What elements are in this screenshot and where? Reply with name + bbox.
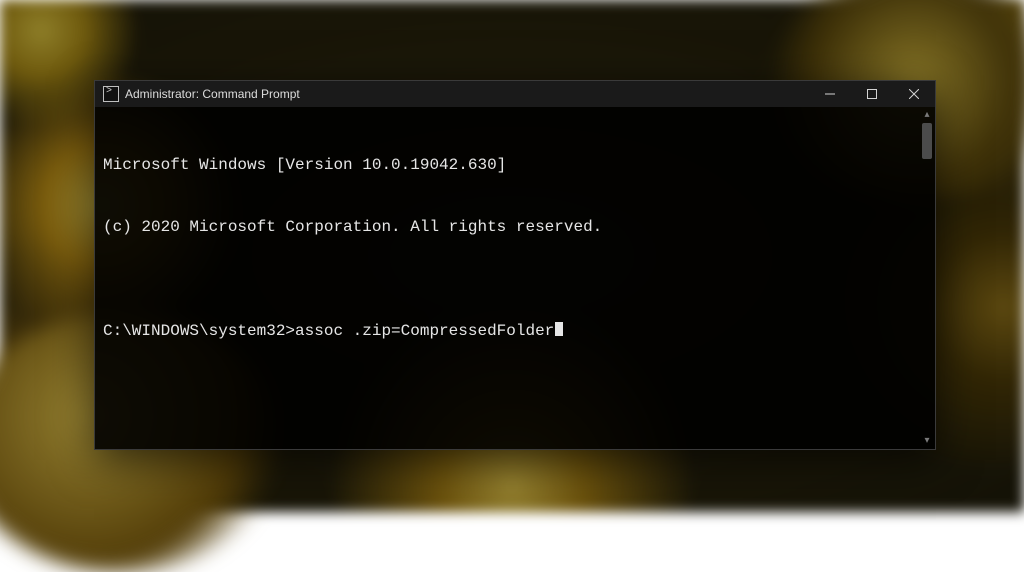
prompt-prefix: C:\WINDOWS\system32>: [103, 322, 295, 340]
maximize-icon: [867, 89, 877, 99]
titlebar[interactable]: Administrator: Command Prompt: [95, 81, 935, 107]
maximize-button[interactable]: [851, 81, 893, 107]
close-icon: [909, 89, 919, 99]
minimize-icon: [825, 89, 835, 99]
banner-line-2: (c) 2020 Microsoft Corporation. All righ…: [103, 217, 925, 238]
cmd-icon: [103, 86, 119, 102]
cmd-window: Administrator: Command Prompt Microsoft …: [94, 80, 936, 450]
terminal-area[interactable]: Microsoft Windows [Version 10.0.19042.63…: [95, 107, 935, 449]
prompt-line: C:\WINDOWS\system32>assoc .zip=Compresse…: [103, 321, 925, 342]
typed-command: assoc .zip=CompressedFolder: [295, 322, 554, 340]
banner-line-1: Microsoft Windows [Version 10.0.19042.63…: [103, 155, 925, 176]
close-button[interactable]: [893, 81, 935, 107]
minimize-button[interactable]: [809, 81, 851, 107]
window-title: Administrator: Command Prompt: [125, 87, 300, 101]
text-cursor: [555, 322, 563, 336]
